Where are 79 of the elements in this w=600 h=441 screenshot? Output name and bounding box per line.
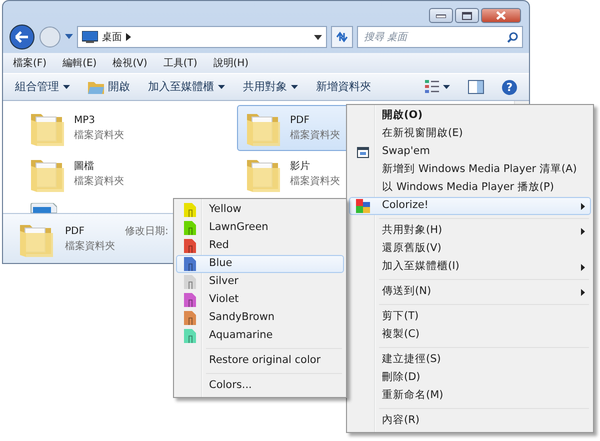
dropdown-icon [314, 34, 322, 40]
color-blocks-icon [356, 199, 370, 213]
menu-item[interactable]: Violet [176, 291, 344, 309]
submenu-arrow-icon [581, 288, 585, 296]
toolbar-button[interactable]: 開啟 [88, 78, 130, 96]
address-text: 桌面 [102, 30, 122, 44]
menu-item[interactable]: 新增到 Windows Media Player 清單(A) [349, 161, 591, 179]
folder-item[interactable]: MP3 檔案資料夾 [21, 105, 231, 151]
address-bar[interactable]: 桌面 [77, 26, 327, 48]
caret-icon [63, 85, 70, 89]
back-button[interactable] [9, 24, 35, 50]
folder-type: 檔案資料夾 [290, 128, 340, 143]
menu-bar-item[interactable]: 檢視(V) [112, 56, 148, 70]
submenu-arrow-icon [581, 228, 585, 234]
folder-type: 檔案資料夾 [74, 128, 124, 143]
menu-item[interactable]: Silver [176, 273, 344, 291]
modified-date-label: 修改日期: [125, 224, 168, 239]
menu-item[interactable]: Colors... [176, 377, 344, 395]
menu-item[interactable]: Yellow [176, 201, 344, 219]
menu-item[interactable]: 共用對象(H) [349, 222, 591, 240]
toolbar-button[interactable]: 新增資料夾 [316, 78, 371, 96]
history-dropdown-icon[interactable] [65, 34, 73, 40]
menu-item[interactable]: 複製(C) [349, 326, 591, 344]
folder-type: 檔案資料夾 [290, 174, 340, 189]
menu-bar-item[interactable]: 編輯(E) [62, 56, 97, 70]
folder-name: MP3 [74, 114, 96, 128]
menu-item[interactable]: 傳送到(N) [349, 283, 591, 301]
search-icon [507, 32, 518, 42]
desktop-icon [82, 31, 98, 43]
caret-icon [291, 85, 298, 89]
menu-bar-item[interactable]: 檔案(F) [13, 56, 47, 70]
menu-item[interactable]: 建立捷徑(S) [349, 351, 591, 369]
help-button[interactable]: ? [502, 80, 517, 94]
refresh-button[interactable] [331, 26, 353, 48]
toolbar-button[interactable]: 組合管理 [15, 78, 70, 96]
preview-pane-icon[interactable] [468, 80, 484, 94]
menu-item[interactable]: LawnGreen [176, 219, 344, 237]
menu-item[interactable]: Restore original color [176, 352, 344, 370]
menu-item[interactable]: 剪下(T) [349, 308, 591, 326]
menu-item[interactable]: 加入至媒體櫃(I) [349, 258, 591, 276]
menu-item[interactable]: 刪除(D) [349, 369, 591, 387]
menu-item[interactable]: 內容(R) [349, 412, 591, 430]
minimize-icon [436, 14, 446, 18]
folder-item[interactable]: 圖檔 檔案資料夾 [21, 151, 231, 197]
maximize-icon [462, 12, 472, 20]
submenu-arrow-icon [581, 202, 585, 210]
caret-icon [218, 85, 225, 89]
menu-item[interactable]: SandyBrown [176, 309, 344, 327]
view-options-button[interactable] [425, 80, 450, 94]
file-icon [29, 203, 57, 213]
folder-name: 影片 [290, 160, 311, 174]
menu-item[interactable]: Colorize! [349, 197, 591, 215]
maximize-button[interactable] [455, 8, 479, 23]
minimize-button[interactable] [429, 8, 453, 23]
menu-item[interactable]: Aquamarine [176, 327, 344, 345]
folder-name: PDF [65, 224, 86, 238]
window-icon [357, 146, 369, 158]
close-icon [496, 11, 506, 20]
menu-item[interactable]: Red [176, 237, 344, 255]
folder-name: PDF [290, 114, 310, 128]
close-button[interactable] [481, 8, 521, 23]
menu-bar-item[interactable]: 說明(H) [213, 56, 249, 70]
folder-type: 檔案資料夾 [74, 174, 124, 189]
menu-item[interactable]: 重新命名(M) [349, 387, 591, 405]
caret-icon [443, 85, 450, 89]
toolbar-button[interactable]: 共用對象 [243, 78, 298, 96]
view-list-icon [425, 80, 439, 94]
open-folder-icon [88, 80, 104, 94]
folder-type: 檔案資料夾 [65, 240, 115, 254]
search-box[interactable]: 搜尋 桌面 [357, 26, 523, 48]
menu-item[interactable]: 還原舊版(V) [349, 240, 591, 258]
menu-item[interactable]: Blue [176, 255, 344, 273]
menu-item[interactable]: 以 Windows Media Player 播放(P) [349, 179, 591, 197]
menu-bar-item[interactable]: 工具(T) [163, 56, 198, 70]
submenu-arrow-icon [581, 264, 585, 270]
refresh-icon [335, 31, 349, 43]
toolbar-button[interactable]: 加入至媒體櫃 [148, 78, 225, 96]
breadcrumb-arrow-icon [126, 33, 131, 41]
folder-name: 圖檔 [74, 160, 95, 174]
